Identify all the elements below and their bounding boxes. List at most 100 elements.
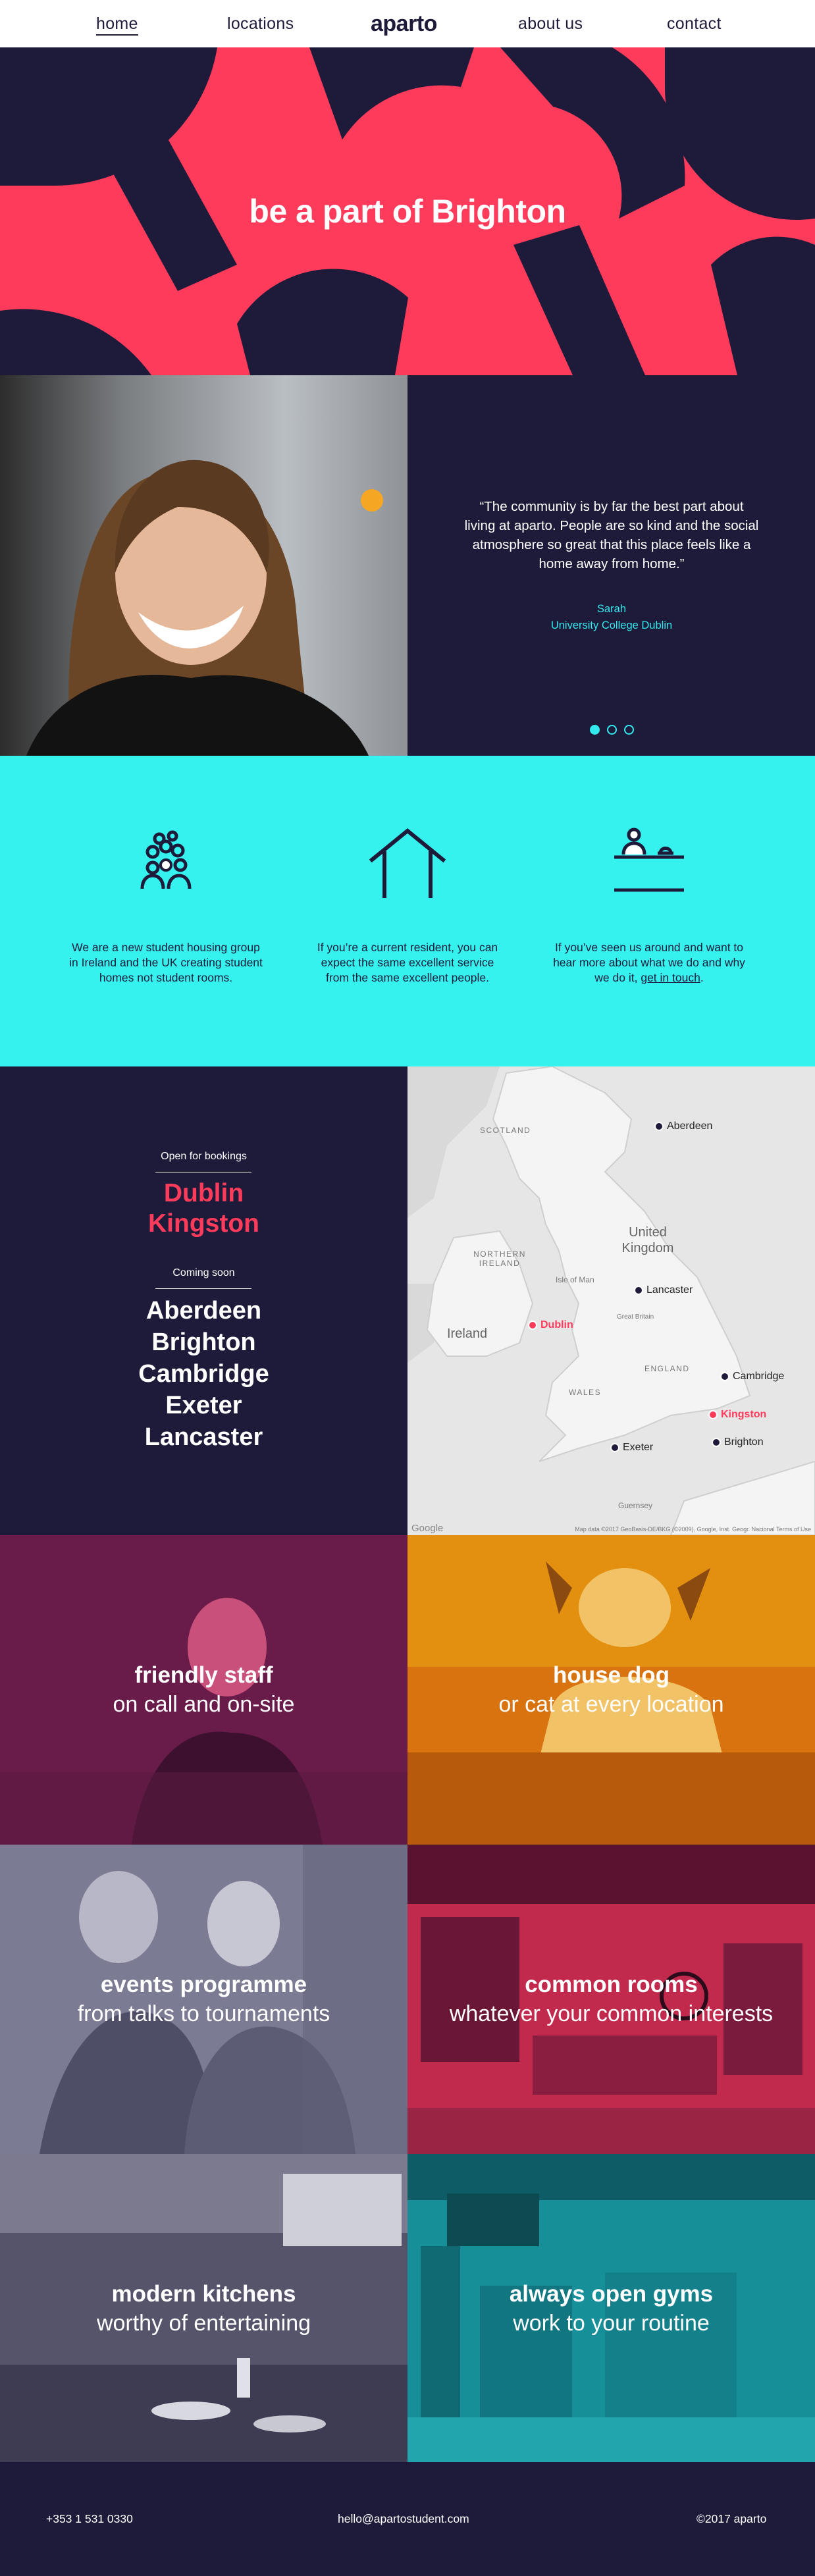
location-exeter: Exeter xyxy=(165,1392,242,1419)
location-lancaster: Lancaster xyxy=(144,1423,263,1451)
map-country-ireland: Ireland xyxy=(447,1327,488,1341)
tile-subtitle: from talks to tournaments xyxy=(77,2001,330,2026)
pin-marker xyxy=(708,1410,718,1419)
coming-soon-label: Coming soon xyxy=(172,1267,235,1278)
map-region-england: ENGLAND xyxy=(644,1364,690,1373)
map-region-wales: WALES xyxy=(569,1388,602,1397)
map-pin-brighton[interactable]: Brighton xyxy=(712,1436,764,1448)
quote-panel: “The community is by far the best part a… xyxy=(408,375,815,756)
location-kingston[interactable]: Kingston xyxy=(0,1209,408,1239)
tile-subtitle: on call and on-site xyxy=(113,1692,295,1717)
tile-always-open-gyms[interactable]: always open gyms work to your routine xyxy=(408,2154,815,2463)
footer-email[interactable]: hello@apartostudent.com xyxy=(338,2512,469,2526)
google-logo: Google xyxy=(411,1523,444,1534)
tile-caption: house dog or cat at every location xyxy=(408,1535,815,1845)
pin-marker xyxy=(610,1443,619,1452)
testimonial-section: “The community is by far the best part a… xyxy=(0,375,815,756)
locations-map[interactable]: SCOTLAND NORTHERN IRELAND ENGLAND WALES … xyxy=(408,1066,815,1535)
hero-title: be a part of Brighton xyxy=(249,193,566,230)
feature-contact-text-end: . xyxy=(700,971,704,984)
slide-dot[interactable] xyxy=(590,725,600,735)
nav-home-link[interactable]: home xyxy=(96,0,138,47)
tile-common-rooms[interactable]: common rooms whatever your common intere… xyxy=(408,1845,815,2154)
map-landmass xyxy=(408,1066,815,1535)
tile-title: modern kitchens xyxy=(111,2281,296,2307)
testimonial-author: Sarah University College Dublin xyxy=(463,601,760,634)
slide-dot[interactable] xyxy=(624,725,634,735)
nav-about-link[interactable]: about us xyxy=(518,0,583,47)
tile-subtitle: worthy of entertaining xyxy=(96,2311,311,2336)
tile-caption: modern kitchens worthy of entertaining xyxy=(0,2154,408,2463)
get-in-touch-link[interactable]: get in touch xyxy=(641,971,700,984)
feature-residents-text: If you’re a current resident, you can ex… xyxy=(317,941,498,984)
pin-marker xyxy=(528,1321,537,1330)
map-pin-dublin[interactable]: Dublin xyxy=(528,1319,573,1331)
resident-photo xyxy=(0,375,408,756)
pin-marker xyxy=(712,1438,721,1447)
footer-copyright: ©2017 aparto xyxy=(697,2512,767,2525)
tile-subtitle: work to your routine xyxy=(513,2311,710,2336)
footer: +353 1 531 0330 hello@apartostudent.com … xyxy=(0,2462,815,2576)
tile-title: friendly staff xyxy=(134,1662,273,1688)
tile-caption: events programme from talks to tournamen… xyxy=(0,1845,408,2154)
map-city-label: Kingston xyxy=(721,1409,767,1420)
feature-about-text: We are a new student housing group in Ir… xyxy=(69,941,263,984)
location-aberdeen: Aberdeen xyxy=(145,1297,262,1325)
tile-title: common rooms xyxy=(525,1972,698,1997)
locations-panel: Open for bookings Dublin Kingston Coming… xyxy=(0,1066,408,1535)
slide-dot[interactable] xyxy=(607,725,617,735)
hero-banner: be a part of Brighton xyxy=(0,47,815,375)
location-dublin[interactable]: Dublin xyxy=(0,1178,408,1209)
tile-subtitle: whatever your common interests xyxy=(449,2001,774,2026)
open-label: Open for bookings xyxy=(161,1151,247,1162)
location-cambridge: Cambridge xyxy=(138,1360,269,1388)
divider xyxy=(155,1288,251,1289)
pin-marker xyxy=(634,1286,643,1295)
feature-residents: If you’re a current resident, you can ex… xyxy=(309,756,506,1066)
coming-soon-list: Aberdeen Brighton Cambridge Exeter Lanca… xyxy=(0,1295,408,1453)
tile-modern-kitchens[interactable]: modern kitchens worthy of entertaining xyxy=(0,2154,408,2463)
map-place-isle-of-man: Isle of Man xyxy=(556,1275,594,1284)
map-place-guernsey: Guernsey xyxy=(618,1501,653,1510)
map-city-label: Lancaster xyxy=(646,1284,693,1296)
map-city-label: Aberdeen xyxy=(667,1120,713,1132)
nav-locations-link[interactable]: locations xyxy=(227,0,294,47)
map-pin-cambridge[interactable]: Cambridge xyxy=(720,1371,784,1382)
pin-marker xyxy=(654,1122,664,1131)
slide-dots xyxy=(590,725,634,735)
map-pin-aberdeen[interactable]: Aberdeen xyxy=(654,1120,712,1132)
map-region-scotland: SCOTLAND xyxy=(480,1126,531,1135)
tile-friendly-staff[interactable]: friendly staff on call and on-site xyxy=(0,1535,408,1845)
tile-events-programme[interactable]: events programme from talks to tournamen… xyxy=(0,1845,408,2154)
map-credit-text: Map data ©2017 GeoBasis-DE/BKG (©2009), … xyxy=(575,1526,775,1533)
tile-caption: friendly staff on call and on-site xyxy=(0,1535,408,1845)
community-icon xyxy=(140,830,192,889)
map-city-label: Exeter xyxy=(623,1442,654,1453)
tile-house-dog[interactable]: house dog or cat at every location xyxy=(408,1535,815,1845)
location-brighton: Brighton xyxy=(151,1328,256,1356)
map-pin-kingston[interactable]: Kingston xyxy=(708,1409,766,1421)
map-place-great-britain: Great Britain xyxy=(617,1313,654,1321)
pin-marker xyxy=(720,1372,729,1381)
footer-phone[interactable]: +353 1 531 0330 xyxy=(46,2512,133,2526)
map-credit: Map data ©2017 GeoBasis-DE/BKG (©2009), … xyxy=(575,1526,811,1533)
features-section: We are a new student housing group in Ir… xyxy=(0,756,815,1066)
tile-title: events programme xyxy=(100,1972,307,1997)
tile-title: house dog xyxy=(553,1662,670,1688)
tile-title: always open gyms xyxy=(509,2281,714,2307)
tile-caption: common rooms whatever your common intere… xyxy=(408,1845,815,2154)
map-pin-lancaster[interactable]: Lancaster xyxy=(634,1284,693,1296)
tile-caption: always open gyms work to your routine xyxy=(408,2154,815,2463)
reception-desk-icon xyxy=(614,828,684,892)
aparto-logo[interactable]: aparto xyxy=(371,0,437,47)
nav-contact-link[interactable]: contact xyxy=(667,0,722,47)
feature-contact: If you’ve seen us around and want to hea… xyxy=(550,756,748,1066)
map-pin-exeter[interactable]: Exeter xyxy=(610,1442,653,1454)
open-locations-list: Dublin Kingston xyxy=(0,1178,408,1239)
testimonial-name: Sarah xyxy=(596,603,627,615)
tile-subtitle: or cat at every location xyxy=(498,1692,724,1717)
top-nav: home locations aparto about us contact xyxy=(0,0,815,47)
house-icon xyxy=(369,828,446,898)
map-terms-link[interactable]: Terms of Use xyxy=(776,1526,811,1533)
testimonial-school: University College Dublin xyxy=(550,619,673,631)
